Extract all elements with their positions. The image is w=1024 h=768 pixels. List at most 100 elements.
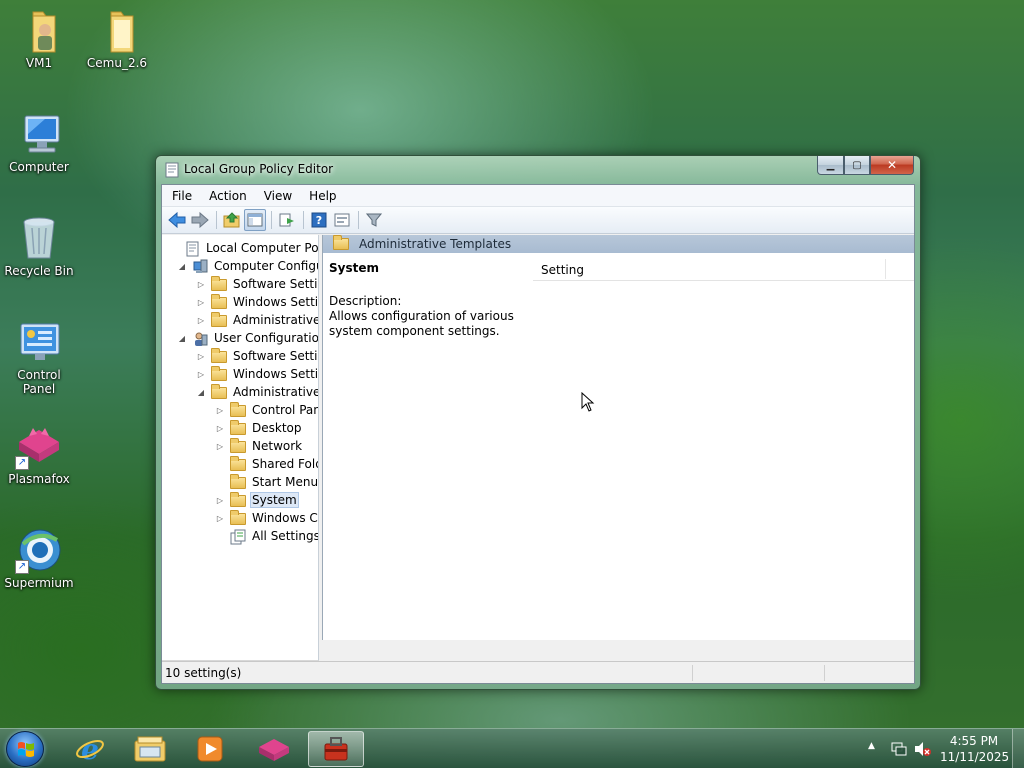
- collapse-arrow-icon[interactable]: ◢: [176, 334, 188, 343]
- folder-icon: [211, 348, 227, 363]
- tree-item[interactable]: ▷ Windows Cor: [214, 509, 318, 527]
- tree-item[interactable]: Local Computer Policy: [168, 239, 318, 257]
- tree-item[interactable]: ▷ Network: [214, 437, 304, 455]
- plasmafox-icon: ↗: [15, 422, 63, 470]
- settings-list-header: Setting: [533, 257, 914, 281]
- up-button[interactable]: [221, 209, 243, 231]
- group-policy-editor-window[interactable]: Local Group Policy Editor ▁ ▢ ✕ File Act…: [155, 155, 921, 690]
- status-bar: 10 setting(s): [162, 661, 914, 683]
- taskbar-internet-explorer[interactable]: e: [62, 731, 118, 767]
- group-policy-icon: [324, 737, 348, 761]
- toolbar-separator: [358, 211, 359, 229]
- tree-item[interactable]: ▷ Administrative Te: [195, 311, 319, 329]
- column-header-setting[interactable]: Setting: [541, 263, 584, 277]
- expand-arrow-icon[interactable]: ▷: [214, 406, 226, 415]
- expand-arrow-icon[interactable]: ▷: [195, 352, 207, 361]
- plasmafox-icon: [259, 739, 289, 761]
- maximize-button[interactable]: ▢: [844, 156, 870, 175]
- menu-view[interactable]: View: [254, 189, 299, 203]
- clock-date: 11/11/2025: [940, 750, 1010, 764]
- tree-item[interactable]: Start Menu ar: [214, 473, 318, 491]
- tree-item[interactable]: Shared Folder: [214, 455, 318, 473]
- tree-item[interactable]: ▷ System: [214, 491, 299, 509]
- minimize-icon: ▁: [826, 159, 835, 171]
- tree-item-label: Windows Cor: [252, 511, 318, 525]
- expand-arrow-icon[interactable]: ▷: [195, 370, 207, 379]
- properties-button[interactable]: [331, 209, 353, 231]
- menu-file[interactable]: File: [162, 189, 199, 203]
- taskbar-file-explorer[interactable]: [122, 731, 178, 767]
- menu-help[interactable]: Help: [299, 189, 343, 203]
- tree-item[interactable]: ◢ Administrative Te: [195, 383, 318, 401]
- taskbar-group-policy-editor[interactable]: [308, 731, 364, 767]
- taskbar-plasmafox[interactable]: [246, 731, 302, 767]
- svg-text:?: ?: [316, 214, 322, 227]
- desktop-icon-label: Computer: [9, 160, 69, 174]
- desktop-icon-control-panel[interactable]: Control Panel: [0, 318, 78, 396]
- tree-item[interactable]: ▷ Windows Setting: [195, 293, 318, 311]
- show-hidden-icons-icon[interactable]: ▲: [868, 741, 875, 751]
- tree-item-label: System: [250, 492, 299, 508]
- expand-arrow-icon[interactable]: ▷: [195, 316, 207, 325]
- volume-muted-icon[interactable]: [914, 741, 932, 757]
- desktop-icon-recycle-bin[interactable]: Recycle Bin: [0, 214, 78, 278]
- filter-button[interactable]: [363, 209, 385, 231]
- tree-item[interactable]: ◢ Computer Configura: [176, 257, 318, 275]
- expand-arrow-icon[interactable]: ▷: [214, 514, 226, 523]
- clock[interactable]: 4:55 PM 11/11/2025: [940, 733, 1010, 765]
- collapse-arrow-icon[interactable]: ◢: [176, 262, 188, 271]
- up-folder-icon: [223, 212, 240, 228]
- close-button[interactable]: ✕: [870, 156, 914, 175]
- folder-icon: [230, 510, 246, 525]
- folder-icon: [211, 276, 227, 291]
- tree-item[interactable]: ▷ Control Panel: [214, 401, 318, 419]
- expand-arrow-icon[interactable]: ▷: [195, 280, 207, 289]
- start-button[interactable]: [6, 731, 44, 767]
- taskbar-media-player[interactable]: [182, 731, 238, 767]
- desktop-icon-supermium[interactable]: ↗ Supermium: [0, 526, 78, 590]
- tree-item[interactable]: ▷ Windows Setting: [195, 365, 318, 383]
- tree-item[interactable]: All Settings: [214, 527, 319, 545]
- svg-text:e: e: [81, 734, 99, 764]
- tree-item[interactable]: ▷ Software Settings: [195, 275, 318, 293]
- forward-button[interactable]: [189, 209, 211, 231]
- desktop-icon-vm1[interactable]: VM1: [0, 6, 78, 70]
- expand-arrow-icon[interactable]: ▷: [214, 442, 226, 451]
- help-button[interactable]: ?: [308, 209, 330, 231]
- network-icon[interactable]: [890, 741, 908, 757]
- expand-arrow-icon[interactable]: ▷: [214, 424, 226, 433]
- expand-arrow-icon[interactable]: ▷: [195, 298, 207, 307]
- window-client-area: File Action View Help ? Local Computer P…: [161, 184, 915, 684]
- tree-item-label: All Settings: [252, 529, 319, 543]
- show-hide-tree-button[interactable]: [244, 209, 266, 231]
- back-button[interactable]: [166, 209, 188, 231]
- expand-arrow-icon[interactable]: ▷: [214, 496, 226, 505]
- mouse-cursor-icon: [581, 391, 595, 412]
- tree-item-label: Administrative Te: [233, 313, 319, 327]
- show-desktop-button[interactable]: [1012, 729, 1024, 768]
- computer-icon: [15, 110, 63, 158]
- minimize-button[interactable]: ▁: [817, 156, 844, 175]
- tree-item[interactable]: ◢ User Configuration: [176, 329, 318, 347]
- menu-action[interactable]: Action: [199, 189, 254, 203]
- title-bar[interactable]: Local Group Policy Editor ▁ ▢ ✕: [156, 156, 920, 184]
- desktop-icon-label: Cemu_2.6: [86, 56, 148, 70]
- navigation-tree[interactable]: Local Computer Policy ◢ Computer Configura…: [162, 235, 319, 660]
- group-policy-app-icon: [164, 162, 180, 178]
- desktop-icon-cemu[interactable]: Cemu_2.6: [78, 6, 156, 70]
- export-list-button[interactable]: [276, 209, 298, 231]
- folder-icon: [230, 456, 246, 471]
- folder-icon: [211, 384, 227, 399]
- tree-item[interactable]: ▷ Desktop: [214, 419, 304, 437]
- shortcut-arrow-icon: ↗: [15, 560, 29, 574]
- collapse-arrow-icon[interactable]: ◢: [195, 388, 207, 397]
- desktop-icon-plasmafox[interactable]: ↗ Plasmafox: [0, 422, 78, 486]
- folder-icon: [93, 6, 141, 54]
- window-title: Local Group Policy Editor: [184, 162, 334, 176]
- column-divider[interactable]: [885, 259, 886, 279]
- back-icon: [168, 212, 186, 228]
- desktop-icon-computer[interactable]: Computer: [0, 110, 78, 174]
- shortcut-arrow-icon: ↗: [15, 456, 29, 470]
- control-panel-icon: [15, 318, 63, 366]
- tree-item[interactable]: ▷ Software Settings: [195, 347, 318, 365]
